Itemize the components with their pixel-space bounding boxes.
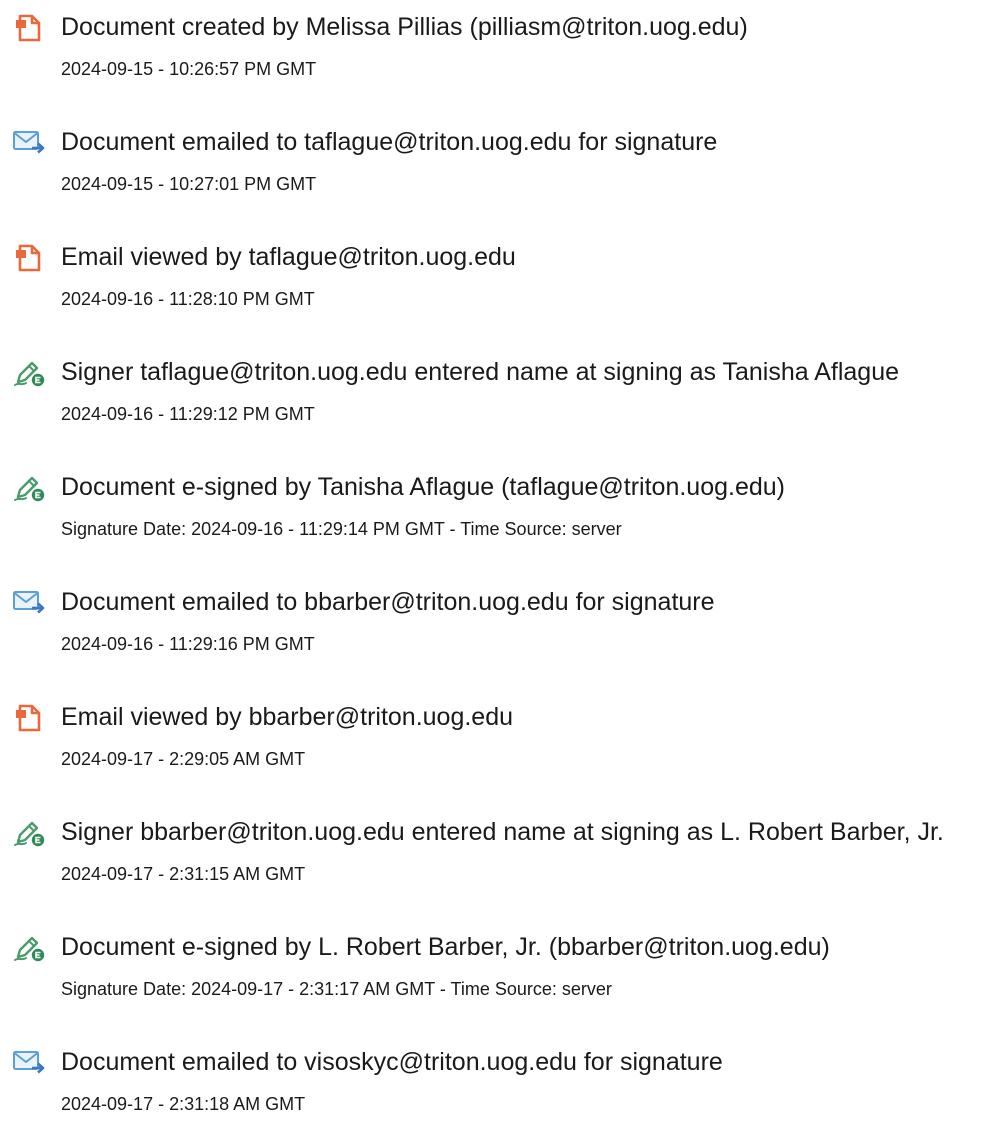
event-title: Document e-signed by L. Robert Barber, J…: [61, 933, 830, 961]
audit-event: Document e-signed by L. Robert Barber, J…: [0, 920, 1007, 1020]
event-timestamp: 2024-09-15 - 10:27:01 PM GMT: [61, 174, 317, 194]
event-timestamp: 2024-09-16 - 11:28:10 PM GMT: [61, 289, 315, 309]
audit-event: Document e-signed by Tanisha Aflague (ta…: [0, 460, 1007, 560]
audit-event: Document created by Melissa Pillias (pil…: [0, 0, 1007, 100]
audit-event: Email viewed by bbarber@triton.uog.edu 2…: [0, 690, 1007, 790]
event-title: Document emailed to taflague@triton.uog.…: [61, 128, 718, 156]
event-timestamp: 2024-09-17 - 2:29:05 AM GMT: [61, 749, 306, 769]
document-icon: [12, 13, 46, 43]
event-title: Email viewed by bbarber@triton.uog.edu: [61, 703, 514, 731]
audit-trail-list: Document created by Melissa Pillias (pil…: [0, 0, 1007, 1114]
event-signature-date: Signature Date: 2024-09-17 - 2:31:17 AM …: [61, 979, 612, 999]
audit-event: Document emailed to bbarber@triton.uog.e…: [0, 575, 1007, 675]
event-title: Document emailed to bbarber@triton.uog.e…: [61, 588, 715, 616]
event-title: Document e-signed by Tanisha Aflague (ta…: [61, 473, 785, 501]
document-icon: [12, 243, 46, 273]
event-timestamp: 2024-09-15 - 10:26:57 PM GMT: [61, 59, 317, 79]
email-sent-icon: [12, 588, 46, 618]
event-title: Signer taflague@triton.uog.edu entered n…: [61, 358, 900, 386]
email-sent-icon: [12, 128, 46, 158]
audit-event: Document emailed to visoskyc@triton.uog.…: [0, 1035, 1007, 1135]
event-signature-date: Signature Date: 2024-09-16 - 11:29:14 PM…: [61, 519, 622, 539]
audit-event: Signer taflague@triton.uog.edu entered n…: [0, 345, 1007, 445]
e-sign-pen-icon: [12, 358, 46, 388]
event-title: Document emailed to visoskyc@triton.uog.…: [61, 1048, 723, 1076]
e-sign-pen-icon: [12, 818, 46, 848]
audit-event: Document emailed to taflague@triton.uog.…: [0, 115, 1007, 215]
email-sent-icon: [12, 1048, 46, 1078]
event-title: Document created by Melissa Pillias (pil…: [61, 13, 748, 41]
document-icon: [12, 703, 46, 733]
e-sign-pen-icon: [12, 473, 46, 503]
event-timestamp: 2024-09-17 - 2:31:15 AM GMT: [61, 864, 306, 884]
event-timestamp: 2024-09-16 - 11:29:12 PM GMT: [61, 404, 315, 424]
audit-event: Email viewed by taflague@triton.uog.edu …: [0, 230, 1007, 330]
event-timestamp: 2024-09-16 - 11:29:16 PM GMT: [61, 634, 315, 654]
event-title: Email viewed by taflague@triton.uog.edu: [61, 243, 516, 271]
audit-event: Signer bbarber@triton.uog.edu entered na…: [0, 805, 1007, 905]
event-timestamp: 2024-09-17 - 2:31:18 AM GMT: [61, 1094, 306, 1114]
e-sign-pen-icon: [12, 933, 46, 963]
event-title: Signer bbarber@triton.uog.edu entered na…: [61, 818, 944, 846]
